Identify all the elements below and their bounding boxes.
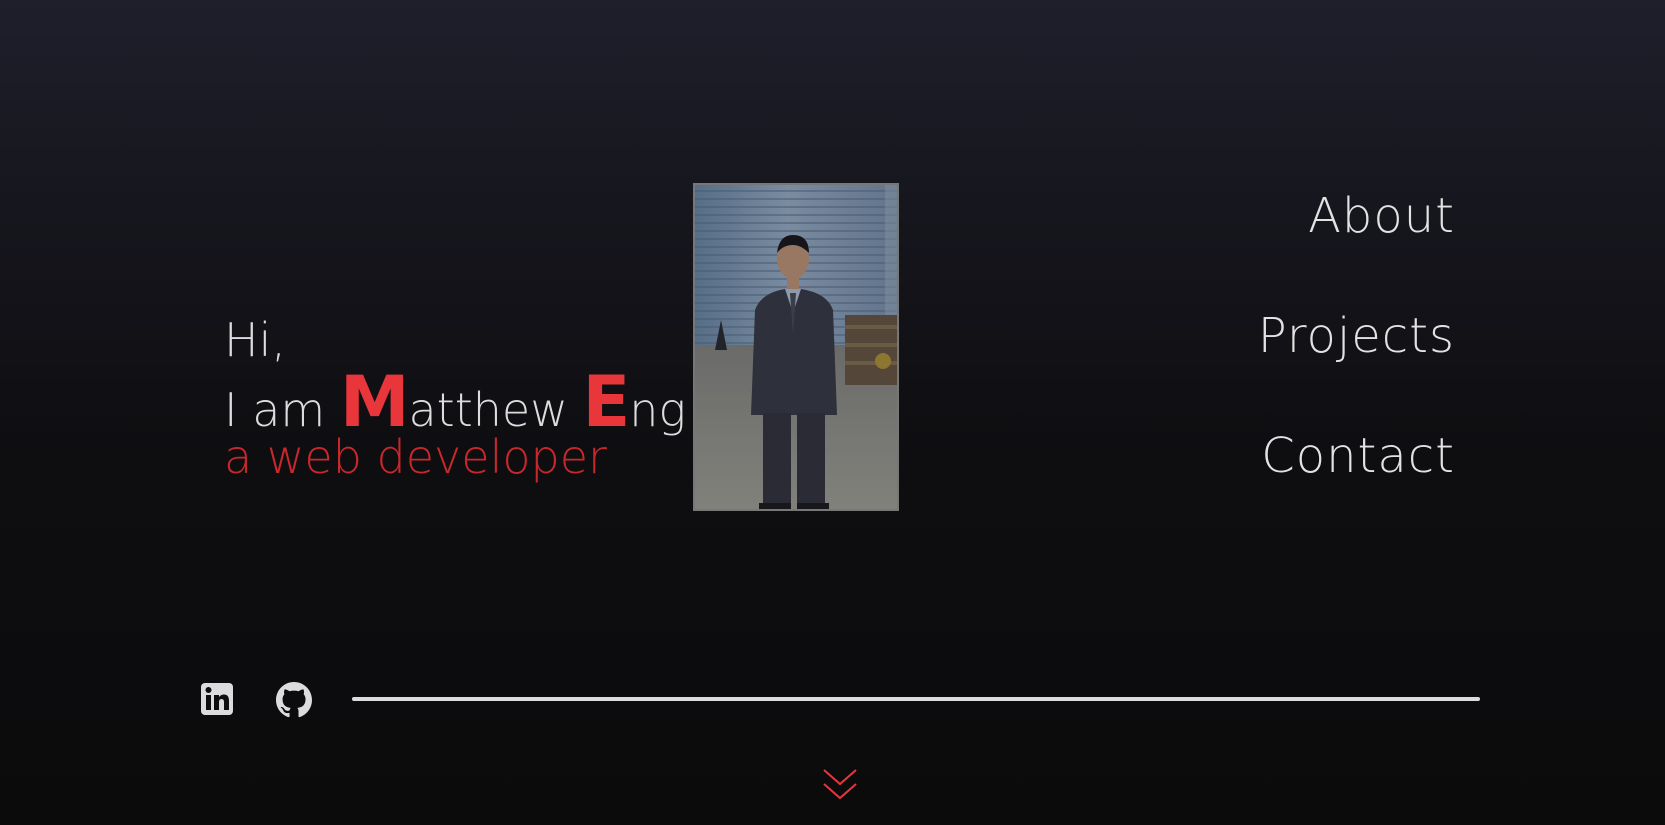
social-links	[200, 682, 352, 718]
nav-projects-link[interactable]: Projects	[1258, 306, 1455, 366]
nav-contact-link[interactable]: Contact	[1258, 426, 1455, 486]
divider-line	[352, 697, 1480, 701]
linkedin-icon	[201, 683, 233, 715]
name-line: I am Matthew Eng	[224, 367, 687, 438]
github-link[interactable]	[276, 682, 312, 718]
github-icon	[276, 682, 312, 718]
greeting-text: Hi,	[224, 313, 286, 367]
hero-intro: Hi, I am Matthew Eng a web developer	[224, 312, 687, 482]
last-name-rest: ng	[629, 383, 687, 437]
linkedin-link[interactable]	[200, 682, 236, 718]
chevron-double-down-icon	[823, 769, 857, 800]
nav-about-link[interactable]: About	[1258, 186, 1455, 246]
scroll-down-button[interactable]	[820, 766, 860, 806]
first-name-rest: atthew	[408, 383, 583, 437]
main-nav: About Projects Contact	[1258, 186, 1455, 546]
profile-photo	[693, 183, 899, 511]
intro-prefix: I am	[224, 383, 340, 437]
